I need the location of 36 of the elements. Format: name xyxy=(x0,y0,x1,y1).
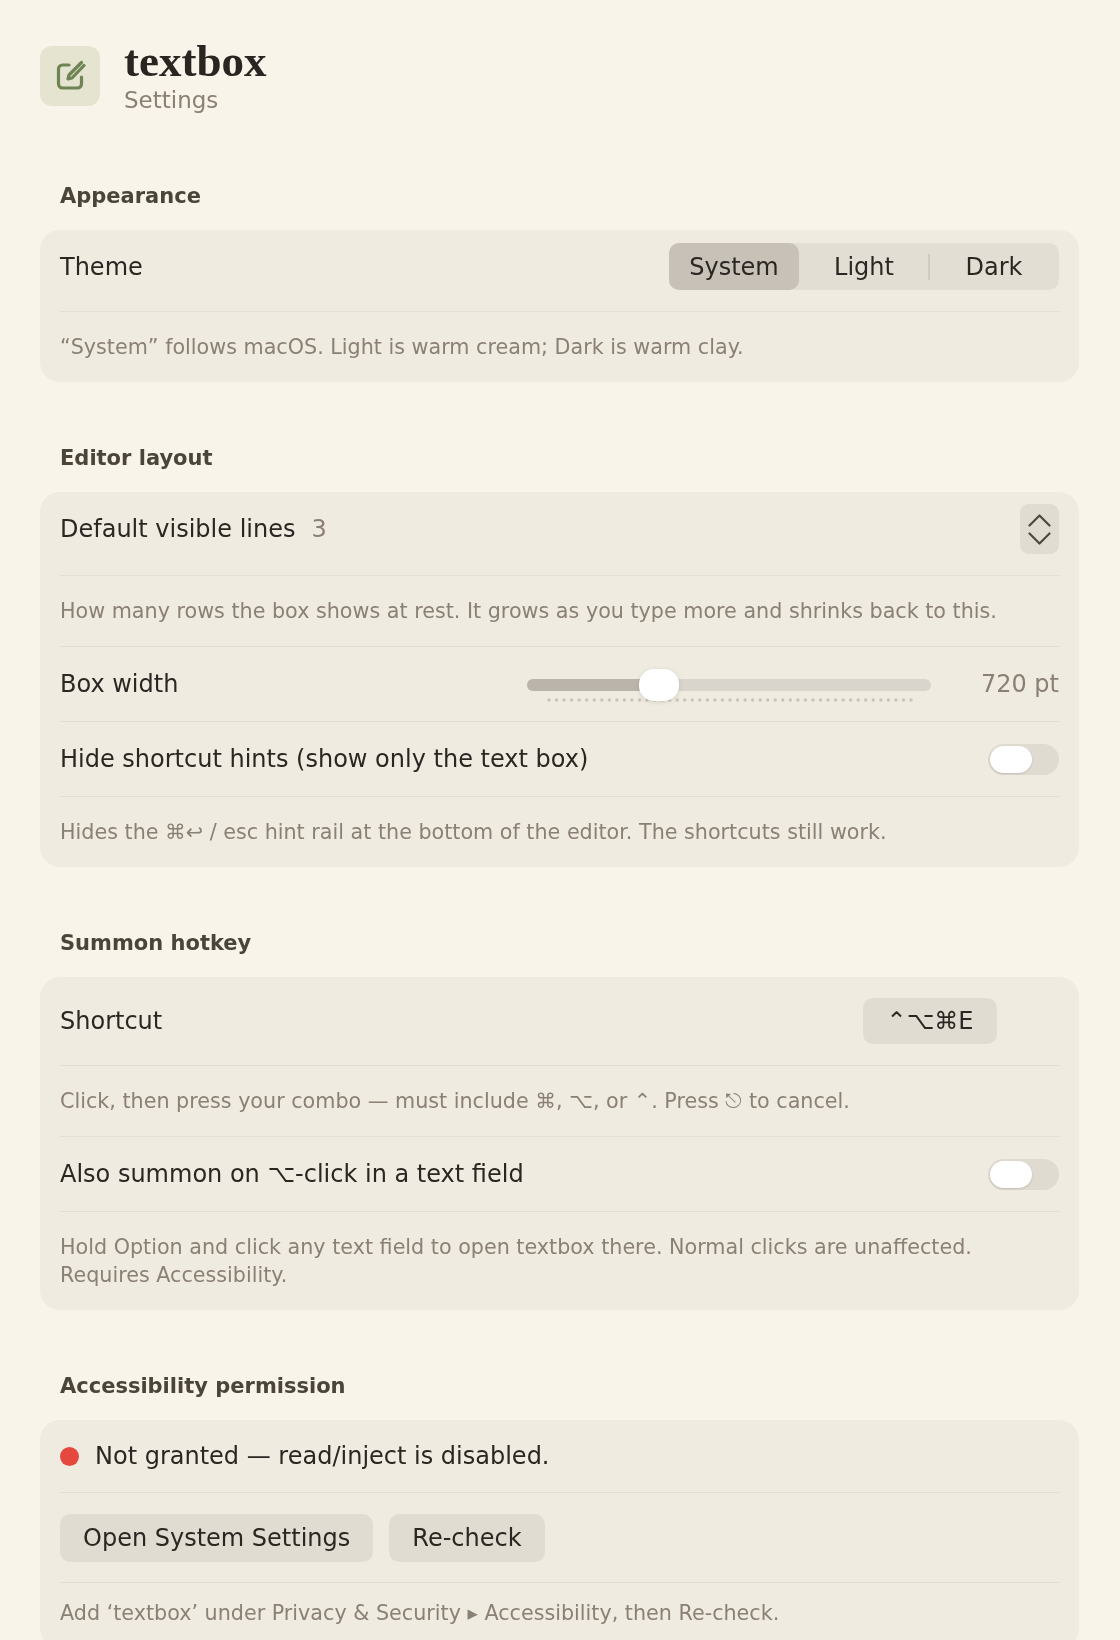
app-subtitle: Settings xyxy=(124,86,220,114)
hint-text: How many rows the box shows at rest. It grows as you type more and shrinks back to this. xyxy=(60,598,998,625)
toggle-switch[interactable] xyxy=(988,743,1059,775)
section-heading: Appearance xyxy=(59,184,202,208)
segment-option[interactable]: Light xyxy=(799,243,929,290)
slider-value: 720 pt xyxy=(979,669,1059,699)
section-heading: Accessibility permission xyxy=(59,1374,347,1398)
segmented-control[interactable]: System Light Dark xyxy=(669,243,1059,290)
setting-label: Default visible lines xyxy=(60,514,296,544)
hint-text: Hides the ⌘↩ / esc hint rail at the bottom of the editor. The shortcuts still work. xyxy=(60,819,888,846)
action-button[interactable]: Re-check xyxy=(389,1513,545,1562)
slider-track[interactable] xyxy=(527,668,931,701)
status-text: Not granted — read/inject is disabled. xyxy=(95,1441,550,1471)
section-heading: Summon hotkey xyxy=(59,931,253,955)
segment-option[interactable]: System xyxy=(669,243,799,290)
hint-text: Hold Option and click any text field to open textbox there. Normal clicks are unaffected. Requires Accessibility. xyxy=(60,1234,973,1289)
chevron-down-icon[interactable] xyxy=(1028,531,1051,545)
setting-label: Also summon on ⌥-click in a text field xyxy=(60,1159,524,1189)
shortcut-button[interactable]: ⌃⌥⌘E xyxy=(863,998,997,1044)
slider-thumb[interactable] xyxy=(638,668,679,701)
setting-label: Box width xyxy=(60,669,179,699)
section-heading: Editor layout xyxy=(59,446,214,470)
toggle-switch[interactable] xyxy=(988,1158,1059,1190)
action-button[interactable]: Open System Settings xyxy=(60,1513,374,1562)
pencil-square-icon xyxy=(40,46,100,106)
setting-label: Hide shortcut hints (show only the text box) xyxy=(60,744,589,774)
stepper[interactable] xyxy=(1020,504,1059,554)
setting-label: Theme xyxy=(60,251,143,282)
app-title: textbox xyxy=(124,36,267,86)
setting-label: Shortcut xyxy=(60,1006,163,1036)
chevron-up-icon[interactable] xyxy=(1028,513,1051,527)
stepper-value: 3 xyxy=(311,514,327,544)
hint-text: Add ‘textbox’ under Privacy & Security ▸ Accessibility, then Re-check. xyxy=(60,1600,781,1627)
hint-text: Click, then press your combo — must include ⌘, ⌥, or ⌃. Press ⎋ to cancel. xyxy=(60,1088,851,1115)
segment-option[interactable]: Dark xyxy=(929,243,1059,290)
hint-text: “System” follows macOS. Light is warm cream; Dark is warm clay. xyxy=(60,334,745,361)
